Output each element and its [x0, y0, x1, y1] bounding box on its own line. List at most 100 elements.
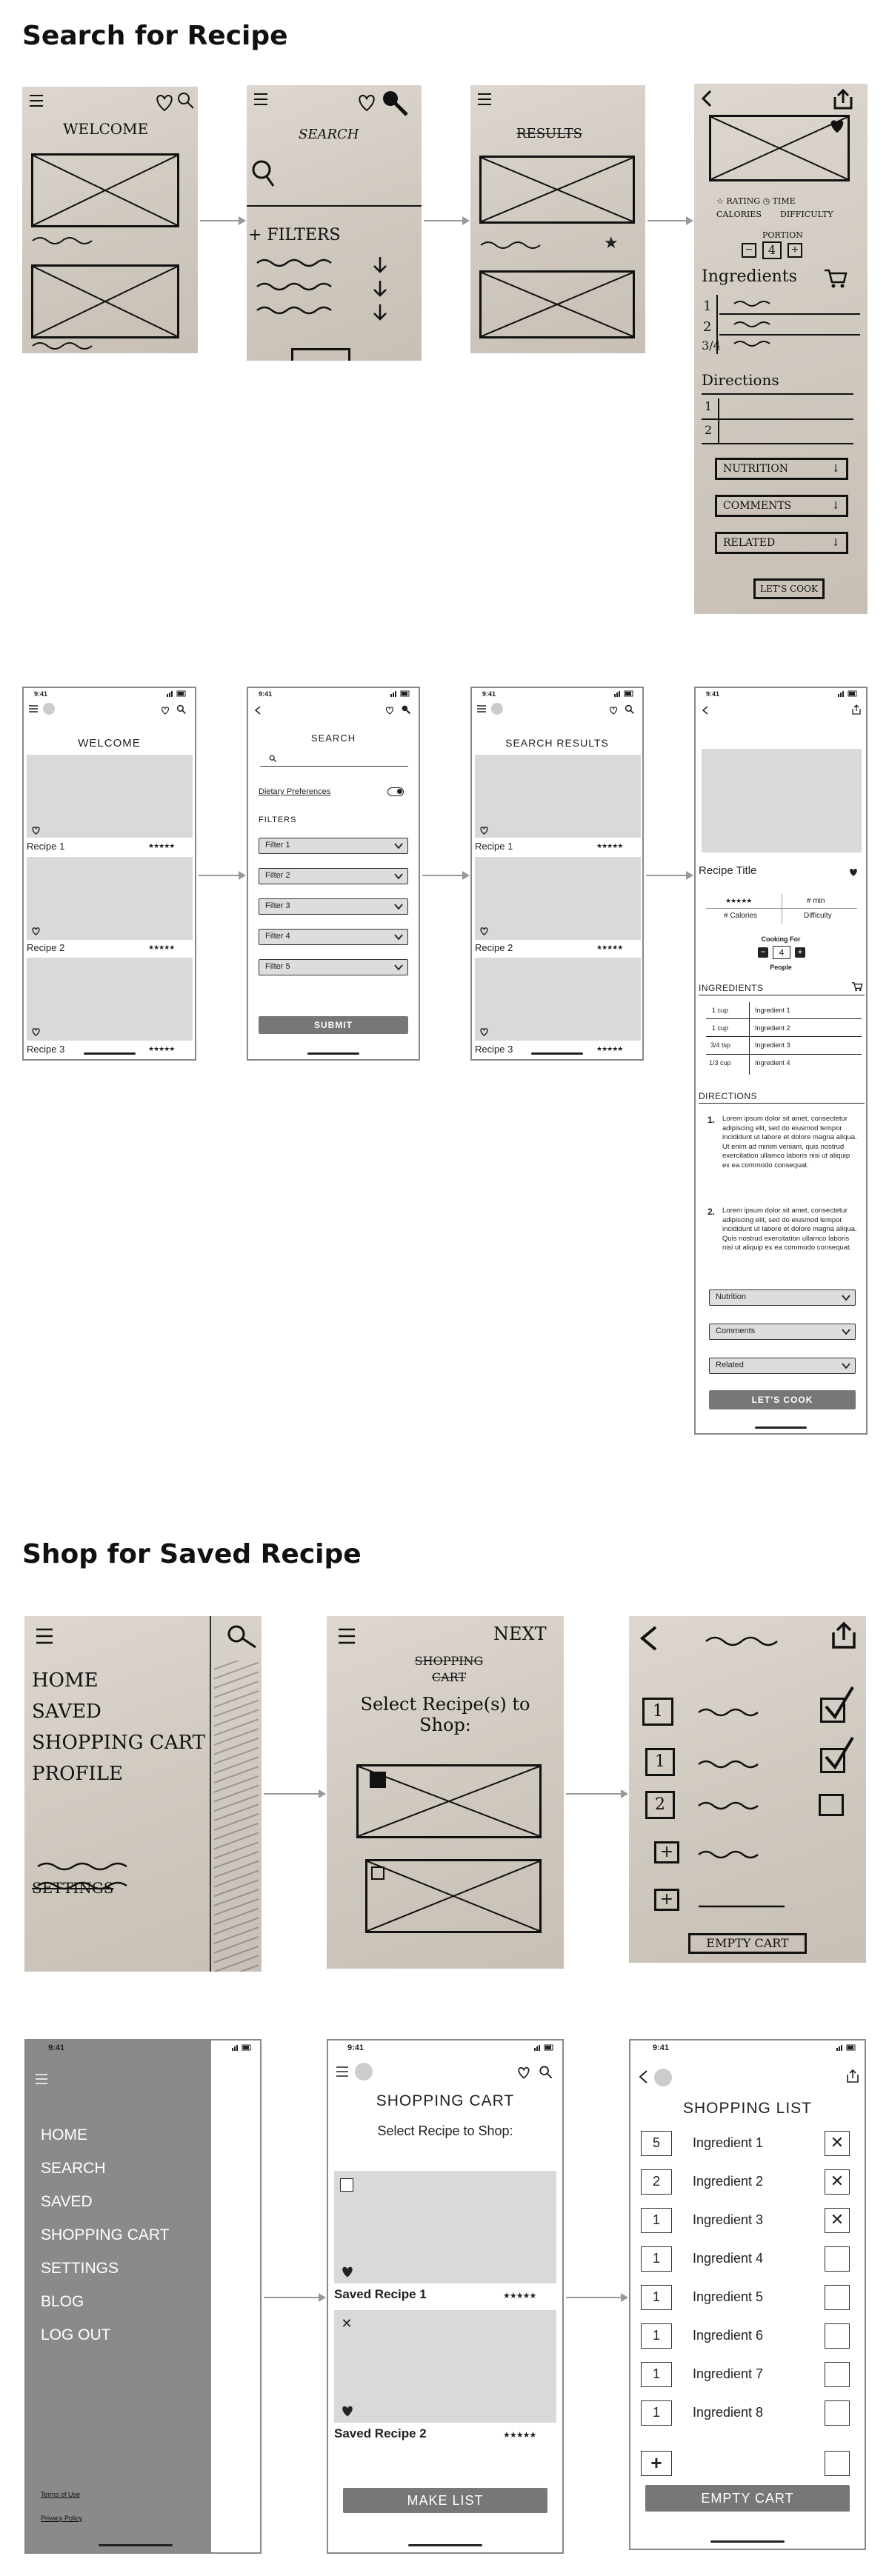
menu-item-settings[interactable]: SETTINGS — [41, 2260, 119, 2278]
recipe-image[interactable] — [475, 958, 641, 1041]
heart-icon[interactable] — [384, 706, 395, 715]
recipe-image[interactable] — [475, 755, 641, 838]
heart-icon[interactable] — [31, 927, 41, 935]
recipe-label[interactable]: Recipe 1 — [475, 841, 513, 852]
saved-recipe-label[interactable]: Saved Recipe 1 — [334, 2287, 427, 2302]
comments-dropdown[interactable]: Comments — [709, 1324, 856, 1340]
search-input[interactable] — [260, 752, 408, 767]
make-list-button[interactable]: MAKE LIST — [343, 2488, 547, 2513]
recipe-checkbox[interactable] — [340, 2178, 353, 2192]
share-icon[interactable] — [845, 2069, 860, 2083]
menu-item-home[interactable]: HOME — [41, 2126, 87, 2144]
recipe-label[interactable]: Recipe 3 — [475, 1044, 513, 1055]
quantity-box[interactable]: 5 — [641, 2131, 672, 2156]
recipe-label[interactable]: Recipe 2 — [27, 942, 64, 953]
share-icon[interactable] — [851, 704, 862, 715]
back-icon[interactable] — [254, 706, 262, 715]
recipe-image[interactable] — [27, 958, 193, 1041]
search-icon — [269, 755, 277, 763]
empty-cart-button[interactable]: EMPTY CART — [645, 2485, 850, 2512]
item-checkbox[interactable]: ✕ — [825, 2208, 850, 2233]
quantity-box[interactable]: 1 — [641, 2246, 672, 2272]
heart-icon[interactable] — [340, 2404, 355, 2417]
recipe-checkbox-checked[interactable]: ✕ — [340, 2317, 353, 2331]
menu-item-search[interactable]: SEARCH — [41, 2160, 106, 2178]
hamburger-icon[interactable] — [336, 2066, 349, 2078]
filter-select[interactable]: Filter 5 — [259, 959, 408, 975]
search-icon[interactable] — [401, 704, 411, 715]
add-item-checkbox[interactable] — [825, 2451, 850, 2476]
recipe-label[interactable]: Recipe 3 — [27, 1044, 64, 1055]
sketch-time-label: TIME — [772, 196, 796, 206]
quantity-box[interactable]: 1 — [641, 2208, 672, 2233]
heart-icon[interactable] — [479, 927, 489, 935]
heart-icon[interactable] — [31, 1027, 41, 1036]
filter-select[interactable]: Filter 2 — [259, 868, 408, 884]
back-icon[interactable] — [702, 706, 709, 715]
hamburger-icon[interactable] — [35, 2073, 48, 2085]
search-icon[interactable] — [176, 704, 187, 715]
quantity-box[interactable]: 1 — [641, 2323, 672, 2349]
item-checkbox[interactable] — [825, 2362, 850, 2387]
quantity-box[interactable]: 1 — [641, 2400, 672, 2426]
related-dropdown[interactable]: Related — [709, 1358, 856, 1374]
filter-select[interactable]: Filter 3 — [259, 898, 408, 915]
dietary-toggle[interactable] — [387, 787, 404, 796]
menu-item-saved[interactable]: SAVED — [41, 2193, 93, 2211]
people-count[interactable]: 4 — [773, 946, 790, 959]
item-checkbox[interactable] — [825, 2246, 850, 2272]
heart-icon[interactable] — [160, 706, 170, 715]
search-icon[interactable] — [539, 2065, 553, 2080]
avatar[interactable] — [654, 2069, 672, 2086]
add-item-button[interactable]: + — [641, 2451, 672, 2476]
quantity-box[interactable]: 1 — [641, 2362, 672, 2387]
filter-select[interactable]: Filter 4 — [259, 929, 408, 945]
dietary-preferences-link[interactable]: Dietary Preferences — [259, 787, 330, 796]
heart-icon[interactable] — [479, 826, 489, 835]
people-minus-button[interactable]: − — [758, 947, 768, 958]
hamburger-icon[interactable] — [28, 704, 39, 713]
terms-link[interactable]: Terms of Use — [41, 2491, 80, 2498]
avatar[interactable] — [43, 703, 55, 715]
people-plus-button[interactable]: + — [795, 947, 805, 958]
heart-icon[interactable] — [516, 2066, 531, 2079]
status-time: 9:41 — [48, 2043, 65, 2052]
heart-icon[interactable] — [479, 1027, 489, 1036]
item-checkbox[interactable]: ✕ — [825, 2169, 850, 2195]
heart-icon[interactable] — [340, 2265, 355, 2278]
item-checkbox[interactable] — [825, 2323, 850, 2349]
item-checkbox[interactable] — [825, 2400, 850, 2426]
recipe-label[interactable]: Recipe 1 — [27, 841, 64, 852]
recipe-image[interactable] — [334, 2310, 556, 2423]
hamburger-icon[interactable] — [476, 704, 487, 713]
nutrition-dropdown[interactable]: Nutrition — [709, 1289, 856, 1306]
recipe-image[interactable] — [475, 857, 641, 940]
recipe-image[interactable] — [27, 857, 193, 940]
lets-cook-button[interactable]: LET'S COOK — [709, 1390, 856, 1409]
item-checkbox[interactable] — [825, 2285, 850, 2310]
page-title: SHOPPING CART — [376, 2092, 515, 2109]
heart-icon[interactable] — [608, 706, 619, 715]
item-checkbox[interactable]: ✕ — [825, 2131, 850, 2156]
heart-icon[interactable] — [31, 826, 41, 835]
quantity-box[interactable]: 1 — [641, 2285, 672, 2310]
privacy-link[interactable]: Privacy Policy — [41, 2515, 82, 2522]
recipe-image[interactable] — [334, 2171, 556, 2283]
ingredient-label: Ingredient 5 — [693, 2289, 764, 2304]
saved-recipe-label[interactable]: Saved Recipe 2 — [334, 2426, 427, 2441]
cart-icon[interactable] — [851, 981, 863, 992]
recipe-label[interactable]: Recipe 2 — [475, 942, 513, 953]
filter-select[interactable]: Filter 1 — [259, 838, 408, 854]
recipe-image[interactable] — [27, 755, 193, 838]
back-icon[interactable] — [638, 2070, 648, 2083]
submit-button[interactable]: SUBMIT — [259, 1016, 408, 1034]
search-icon[interactable] — [625, 704, 635, 715]
heart-icon — [156, 94, 173, 112]
heart-icon[interactable] — [848, 867, 859, 877]
menu-item-log-out[interactable]: LOG OUT — [41, 2326, 111, 2344]
menu-item-blog[interactable]: BLOG — [41, 2293, 84, 2311]
menu-item-shopping-cart[interactable]: SHOPPING CART — [41, 2226, 169, 2244]
avatar[interactable] — [491, 703, 503, 715]
quantity-box[interactable]: 2 — [641, 2169, 672, 2195]
avatar[interactable] — [355, 2063, 373, 2081]
